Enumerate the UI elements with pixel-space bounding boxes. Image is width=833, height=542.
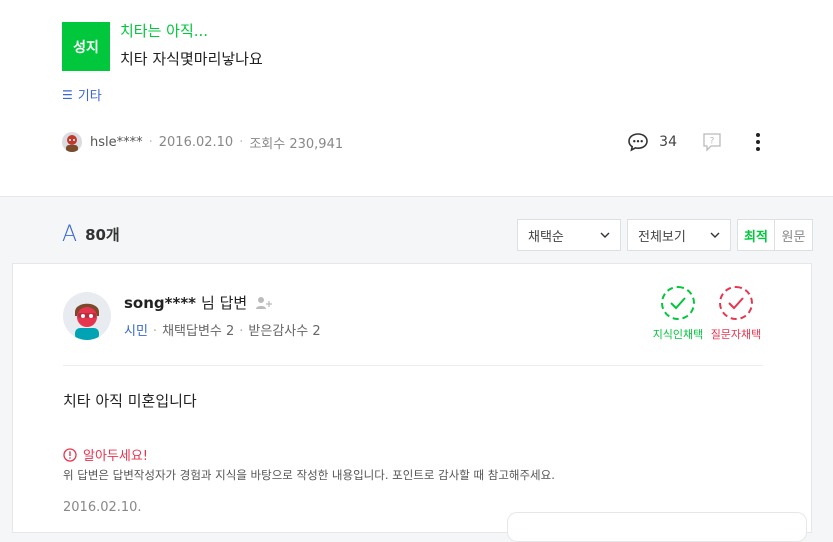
asker-choose-button[interactable]: 질문자채택 — [701, 286, 771, 342]
separator-dot: · — [148, 134, 153, 150]
view-toggle: 최적 원문 — [737, 219, 813, 251]
toggle-original[interactable]: 원문 — [775, 220, 812, 250]
question-meta: hsle**** · 2016.02.10 · 조회수 230,941 — [62, 130, 343, 154]
answer-card: song**** 님 답변 시민 · 채택답변수 2 · 받은감사수 2 지식인채택 질… — [12, 263, 812, 542]
separator-dot: · — [239, 134, 244, 150]
thanks-count: 받은감사수 2 — [248, 324, 321, 339]
report-question-icon[interactable]: ? — [701, 131, 723, 153]
question-date: 2016.02.10 — [158, 134, 234, 150]
answerer-name[interactable]: song**** — [124, 294, 196, 312]
author-name[interactable]: hsle**** — [90, 135, 143, 150]
category-icon: ☰ — [62, 87, 73, 102]
answer-body: 치타 아직 미혼입니다 — [63, 392, 197, 410]
check-icon — [661, 286, 695, 320]
answerer-rank[interactable]: 시민 — [124, 324, 148, 339]
knowin-choose-label: 지식인채택 — [652, 328, 704, 341]
answer-toolbar: A 80개 채택순 전체보기 최적 원문 — [0, 197, 833, 263]
view-count: 조회수 230,941 — [249, 136, 344, 152]
question-actions: 34 ? — [627, 128, 761, 156]
toggle-latest[interactable]: 최적 — [738, 220, 775, 250]
filter-select[interactable]: 전체보기 — [627, 219, 731, 251]
answerer-avatar[interactable] — [63, 292, 111, 340]
sort-select-value: 채택순 — [528, 229, 564, 245]
comment-icon[interactable] — [627, 131, 649, 153]
answer-icon: A — [62, 221, 78, 247]
answerer-heading: song**** 님 답변 — [124, 292, 273, 313]
answer-suffix: 님 답변 — [201, 294, 248, 312]
chevron-down-icon — [600, 232, 610, 238]
question-card: 성지 치타는 아직... 치타 자식몇마리낳나요 ☰ 기타 hsle**** ·… — [0, 0, 833, 197]
category-link[interactable]: ☰ 기타 — [62, 85, 102, 105]
sort-select[interactable]: 채택순 — [517, 219, 621, 251]
answer-count: A 80개 — [62, 221, 120, 247]
adopted-count: 채택답변수 2 — [162, 324, 235, 339]
more-menu-icon[interactable] — [755, 132, 761, 152]
author-avatar[interactable] — [62, 132, 82, 152]
answerer-stats: 시민 · 채택답변수 2 · 받은감사수 2 — [124, 324, 321, 339]
floating-action-box — [507, 512, 807, 542]
question-title: 치타 자식몇마리낳나요 — [120, 50, 263, 68]
divider — [63, 365, 763, 366]
question-title-link[interactable]: 치타는 아직... — [120, 20, 208, 41]
chevron-down-icon — [710, 232, 720, 238]
filter-select-value: 전체보기 — [638, 229, 686, 245]
notice-title: 알아두세요! — [63, 445, 148, 464]
answer-date: 2016.02.10. — [63, 500, 142, 515]
add-friend-icon[interactable] — [255, 296, 273, 310]
notice-text: 위 답변은 답변작성자가 경험과 지식을 바탕으로 작성한 내용입니다. 포인트… — [63, 468, 555, 482]
comment-count[interactable]: 34 — [659, 134, 677, 150]
category-label: 기타 — [77, 89, 102, 104]
svg-text:?: ? — [710, 137, 715, 147]
warning-icon — [63, 447, 77, 462]
answer-count-label: 80개 — [85, 226, 120, 244]
notice-title-text: 알아두세요! — [83, 449, 149, 464]
sacred-badge: 성지 — [62, 22, 110, 71]
check-icon — [719, 286, 753, 320]
asker-choose-label: 질문자채택 — [710, 328, 762, 341]
